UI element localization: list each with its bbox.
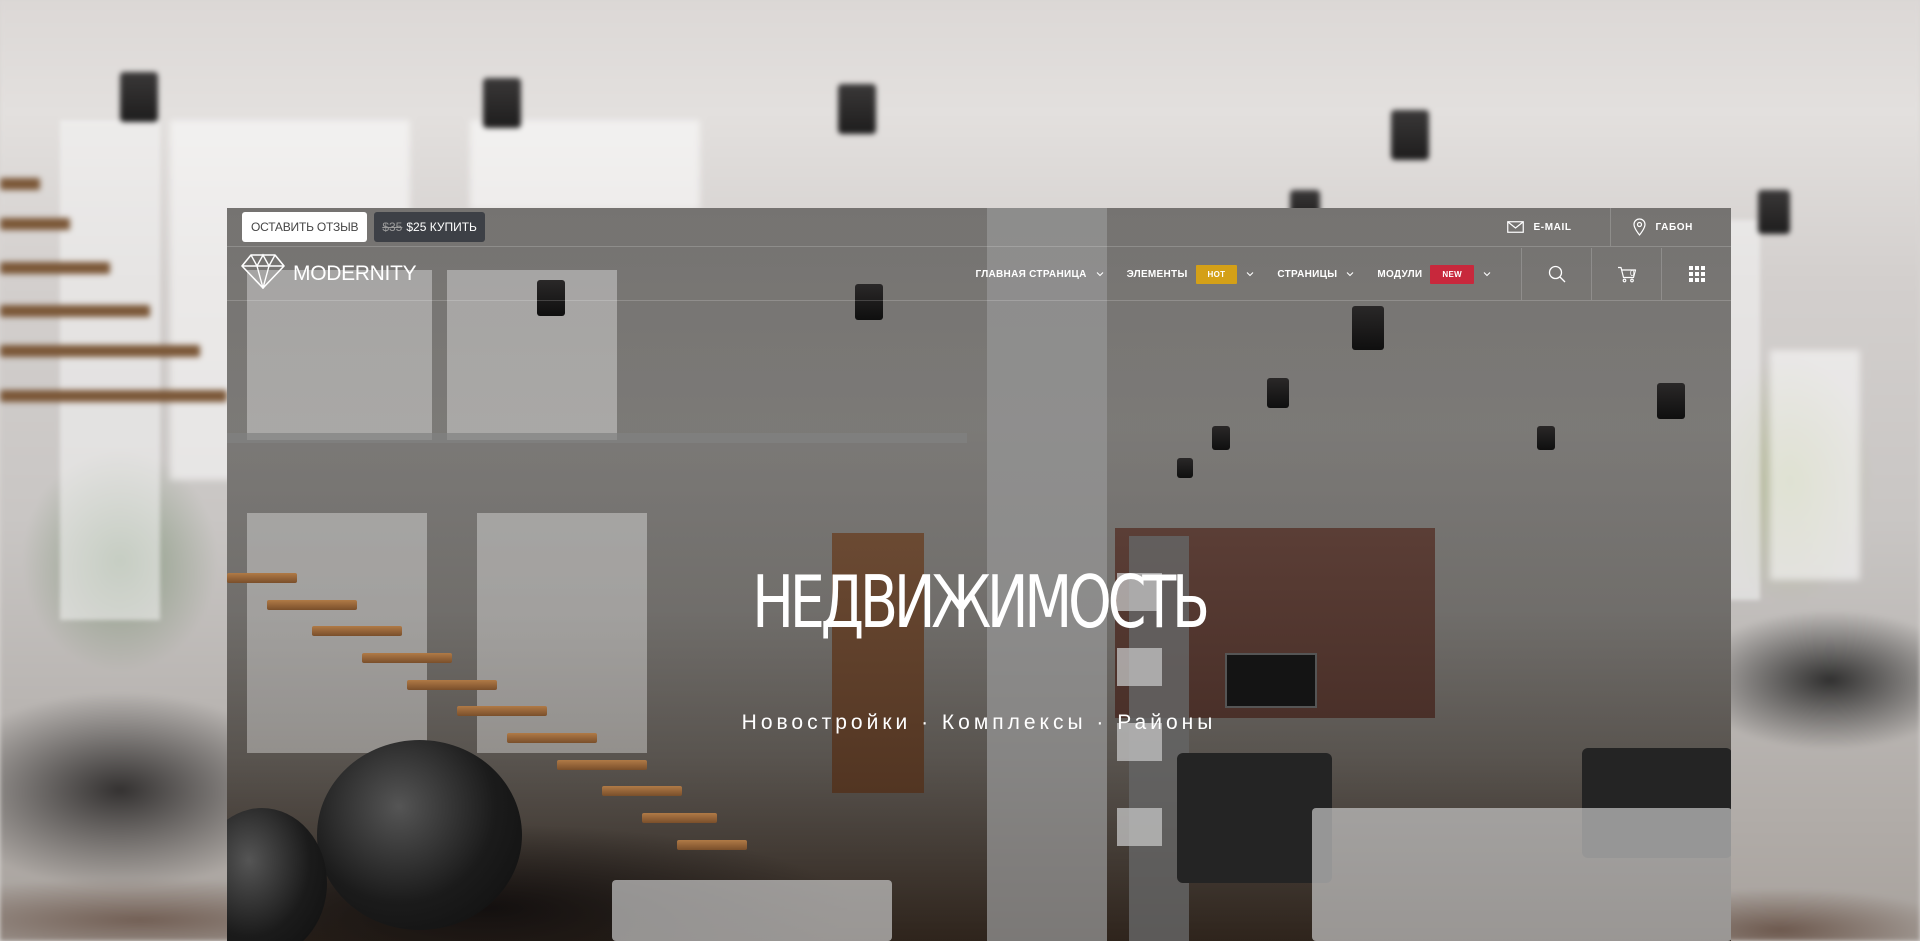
leave-review-button[interactable]: ОСТАВИТЬ ОТЗЫВ (242, 212, 368, 242)
search-button[interactable] (1521, 248, 1591, 300)
main-menu: ГЛАВНАЯ СТРАНИЦА ЭЛЕМЕНТЫ HOT СТРАНИЦЫ М… (964, 248, 1731, 300)
location-label: ГАБОН (1655, 221, 1693, 233)
menu-item-label: ЭЛЕМЕНТЫ (1126, 268, 1188, 280)
chevron-down-icon (1096, 272, 1103, 277)
grid-menu-icon (1688, 266, 1705, 282)
cart-button[interactable]: 0 (1591, 248, 1661, 300)
grid-menu-button[interactable] (1661, 248, 1731, 300)
diamond-icon (241, 253, 285, 295)
main-navbar: MODERNITY ГЛАВНАЯ СТРАНИЦА ЭЛЕМЕНТЫ HOT … (227, 248, 1731, 301)
website-frame: ОСТАВИТЬ ОТЗЫВ $35 $25 КУПИТЬ E-MAIL ГАБ… (227, 208, 1731, 941)
menu-item-elements[interactable]: ЭЛЕМЕНТЫ HOT (1116, 264, 1267, 284)
old-price: $35 (382, 220, 403, 234)
menu-item-pages[interactable]: СТРАНИЦЫ (1266, 269, 1366, 280)
location-link[interactable]: ГАБОН (1609, 208, 1731, 246)
top-bar: ОСТАВИТЬ ОТЗЫВ $35 $25 КУПИТЬ E-MAIL ГАБ… (227, 208, 1731, 247)
buy-label: $25 КУПИТЬ (406, 220, 477, 234)
chevron-down-icon (1483, 272, 1491, 277)
brand-logo[interactable]: MODERNITY (241, 253, 417, 295)
menu-item-home[interactable]: ГЛАВНАЯ СТРАНИЦА (964, 269, 1115, 280)
chevron-down-icon (1246, 272, 1254, 277)
hot-badge: HOT (1195, 264, 1238, 284)
chevron-down-icon (1346, 272, 1354, 277)
email-label: E-MAIL (1533, 221, 1572, 233)
envelope-icon (1506, 221, 1524, 233)
menu-item-label: ГЛАВНАЯ СТРАНИЦА (975, 268, 1087, 280)
map-pin-icon (1632, 218, 1646, 236)
new-badge: NEW (1430, 264, 1474, 284)
buy-button[interactable]: $35 $25 КУПИТЬ (374, 212, 485, 242)
menu-item-label: МОДУЛИ (1377, 268, 1423, 280)
cart-count: 0 (1630, 269, 1635, 278)
email-link[interactable]: E-MAIL (1479, 208, 1610, 246)
hero-title: НЕДВИЖИМОСТЬ (752, 560, 1210, 644)
brand-name: MODERNITY (293, 262, 417, 285)
menu-item-modules[interactable]: МОДУЛИ NEW (1366, 264, 1503, 284)
search-icon (1548, 265, 1565, 283)
menu-item-label: СТРАНИЦЫ (1277, 268, 1338, 280)
hero-subtitle: Новостройки · Комплексы · Районы (741, 711, 1217, 734)
